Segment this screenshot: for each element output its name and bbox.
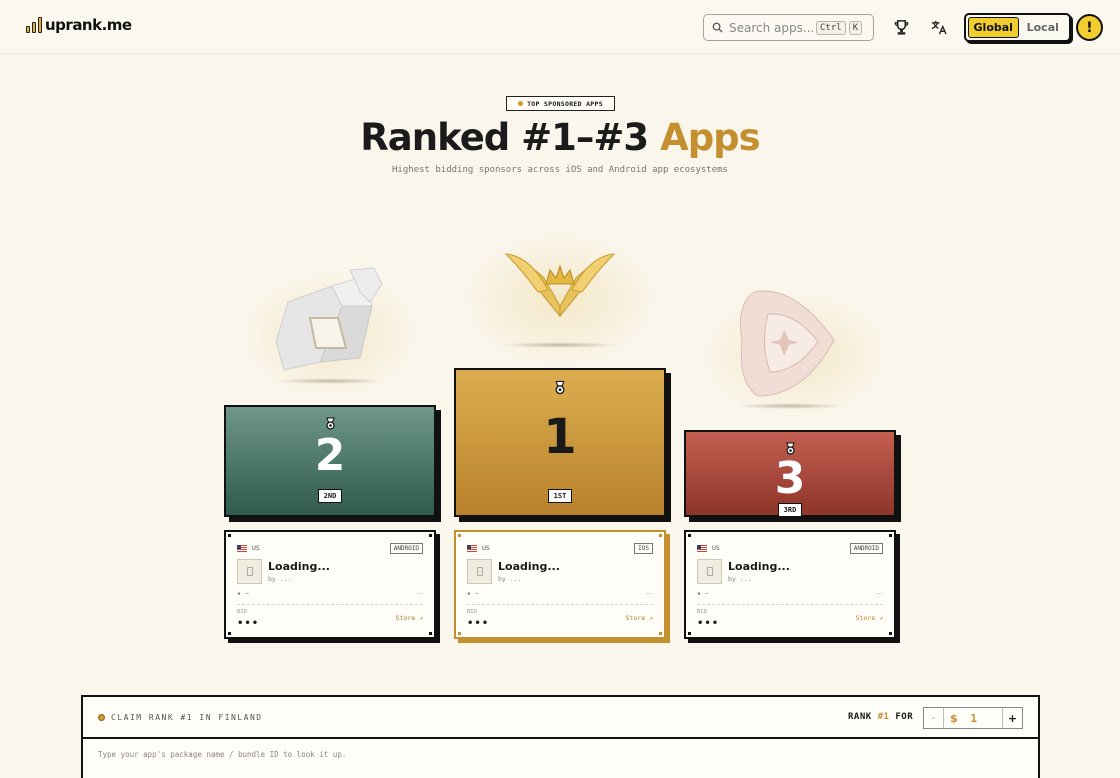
shortcut-ctrl: Ctrl — [816, 20, 846, 35]
app-rating: ★ — — [237, 589, 249, 597]
app-title: Loading... — [728, 560, 790, 573]
search-icon — [712, 22, 723, 33]
page-subtitle: Highest bidding sponsors across iOS and … — [392, 165, 728, 175]
store-link[interactable]: Store ↗ — [626, 614, 653, 622]
app-developer: by ... — [498, 575, 522, 583]
third-shadow — [735, 403, 845, 409]
rating-count: ... — [646, 588, 653, 596]
us-flag-icon — [237, 544, 247, 552]
medal-icon — [325, 417, 335, 430]
hexagon-logo-icon — [275, 267, 383, 371]
rank-number: 1 — [543, 409, 577, 465]
app-card-second[interactable]: US ANDROID Loading... by ... ★ — ... BID… — [224, 530, 436, 639]
us-flag-icon — [697, 544, 707, 552]
divider — [467, 604, 653, 605]
app-developer: by ... — [728, 575, 752, 583]
bid-value: ••• — [237, 618, 260, 629]
us-flag-icon — [467, 544, 477, 552]
search-box[interactable]: Ctrl K — [703, 14, 874, 41]
translate-icon — [931, 20, 947, 34]
play-logo-icon — [740, 290, 835, 397]
platform-badge: IOS — [634, 543, 653, 554]
app-rating: ★ — — [467, 589, 479, 597]
app-title: Loading... — [268, 560, 330, 573]
top-header: uprank.me Ctrl K Global Local ! — [0, 0, 1120, 54]
region-toggle[interactable]: Global Local — [964, 13, 1071, 42]
country-tag: US — [467, 544, 490, 552]
podium-third: 3 3RD — [684, 430, 896, 517]
bid-label: BID — [467, 609, 477, 615]
rank-number: 2 — [314, 430, 346, 481]
platform-badge: ANDROID — [389, 543, 423, 554]
trophy-icon — [894, 19, 908, 35]
currency-symbol: $ — [950, 711, 958, 725]
country-tag: US — [237, 544, 260, 552]
medal-icon — [555, 380, 565, 395]
bid-value: ••• — [697, 618, 720, 629]
badge-text: TOP SPONSORED APPS — [527, 99, 603, 108]
trophy-button[interactable] — [891, 17, 911, 37]
shortcut-k: K — [848, 20, 863, 35]
logo-bars-icon — [26, 17, 42, 33]
status-dot-icon — [98, 714, 105, 721]
app-card-first[interactable]: US IOS Loading... by ... ★ — ... BID •••… — [454, 530, 666, 639]
platform-badge: ANDROID — [849, 543, 883, 554]
place-label: 1ST — [547, 489, 573, 503]
country-tag: US — [697, 544, 720, 552]
app-developer: by ... — [268, 575, 292, 583]
divider — [237, 604, 423, 605]
app-rating: ★ — — [697, 589, 709, 597]
search-input[interactable] — [729, 20, 813, 35]
claim-label: CLAIM RANK #1 IN FINLAND — [98, 713, 263, 722]
page-title: Ranked #1–#3 Apps — [0, 116, 1120, 159]
place-label: 2ND — [317, 489, 343, 503]
bid-amount-input[interactable]: 1 — [958, 712, 990, 725]
podium-first: 1 1ST — [454, 368, 666, 517]
toggle-local[interactable]: Local — [1019, 17, 1068, 38]
toggle-global[interactable]: Global — [968, 17, 1019, 38]
divider — [697, 604, 883, 605]
crown-wings-icon — [504, 253, 616, 318]
app-placeholder-icon — [697, 559, 722, 584]
podium-second: 2 2ND — [224, 405, 436, 517]
title-accent: Apps — [660, 116, 761, 159]
top-sponsored-badge: TOP SPONSORED APPS — [506, 96, 615, 111]
bid-value: ••• — [467, 618, 490, 629]
badge-dot-icon — [518, 101, 524, 106]
package-lookup-hint[interactable]: Type your app's package name / bundle ID… — [98, 750, 346, 759]
app-placeholder-icon — [237, 559, 262, 584]
app-card-third[interactable]: US ANDROID Loading... by ... ★ — ... BID… — [684, 530, 896, 639]
app-placeholder-icon — [467, 559, 492, 584]
alert-button[interactable]: ! — [1076, 14, 1103, 41]
decrement-button[interactable]: - — [924, 708, 944, 728]
bid-stepper[interactable]: - $ 1 + — [923, 707, 1023, 729]
rating-count: ... — [416, 588, 423, 596]
store-link[interactable]: Store ↗ — [396, 614, 423, 622]
logo-text: uprank.me — [45, 16, 132, 34]
rank-for-label: RANK #1 FOR — [848, 712, 914, 722]
logo[interactable]: uprank.me — [26, 16, 132, 34]
second-shadow — [275, 378, 385, 384]
bid-label: BID — [237, 609, 247, 615]
rank-number: 3 — [774, 453, 806, 504]
increment-button[interactable]: + — [1002, 708, 1022, 728]
first-shadow — [500, 342, 620, 348]
claim-rank-panel: CLAIM RANK #1 IN FINLAND RANK #1 FOR - $… — [81, 695, 1040, 778]
place-label: 3RD — [777, 503, 803, 517]
title-main: Ranked #1–#3 — [360, 116, 649, 159]
bid-label: BID — [697, 609, 707, 615]
language-button[interactable] — [928, 17, 948, 37]
rating-count: ... — [876, 588, 883, 596]
store-link[interactable]: Store ↗ — [856, 614, 883, 622]
claim-header-row: CLAIM RANK #1 IN FINLAND RANK #1 FOR - $… — [83, 697, 1038, 739]
app-title: Loading... — [498, 560, 560, 573]
